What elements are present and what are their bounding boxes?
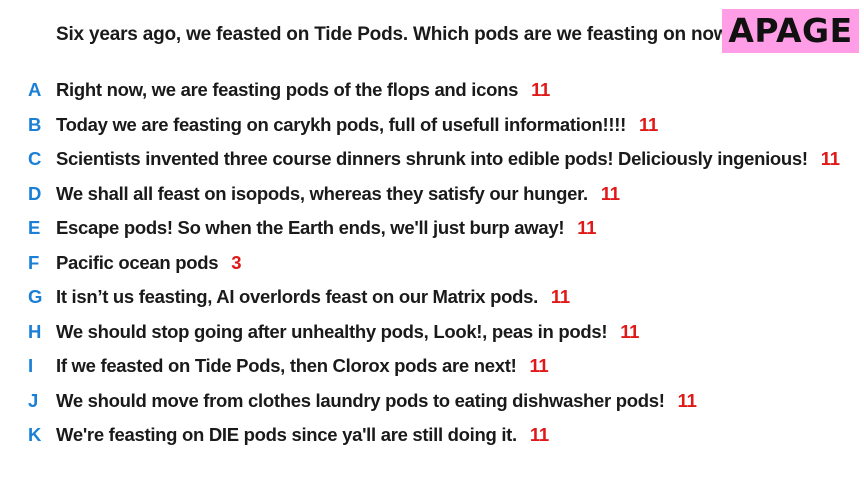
answer-text: We should move from clothes laundry pods… — [56, 389, 665, 411]
answer-score: 11 — [600, 182, 620, 204]
answer-score: 11 — [577, 217, 597, 239]
answer-letter: G — [28, 286, 43, 308]
answer-score: 11 — [529, 355, 549, 377]
answer-row-g[interactable]: G It isn’t us feasting, AI overlords fea… — [0, 280, 864, 315]
answer-score: 11 — [529, 424, 549, 446]
answer-row-h[interactable]: H We should stop going after unhealthy p… — [0, 315, 864, 350]
answer-score: 11 — [620, 320, 640, 342]
answer-text: It isn’t us feasting, AI overlords feast… — [56, 286, 538, 308]
answer-text: Today we are feasting on carykh pods, fu… — [56, 113, 626, 135]
answer-score: 11 — [638, 113, 658, 135]
answer-text: Right now, we are feasting pods of the f… — [56, 79, 519, 101]
answer-score: 11 — [550, 286, 570, 308]
answer-row-f[interactable]: F Pacific ocean pods 3 — [0, 246, 864, 281]
answer-score: 11 — [531, 79, 551, 101]
answer-letter: D — [28, 182, 42, 204]
answer-score: 11 — [820, 148, 840, 170]
answer-text: Escape pods! So when the Earth ends, we'… — [56, 217, 565, 239]
answer-row-c[interactable]: C Scientists invented three course dinne… — [0, 142, 864, 177]
answer-text: We shall all feast on isopods, whereas t… — [56, 182, 588, 204]
answer-list: A Right now, we are feasting pods of the… — [0, 73, 864, 453]
answer-row-e[interactable]: E Escape pods! So when the Earth ends, w… — [0, 211, 864, 246]
answer-letter: K — [28, 424, 42, 446]
answer-row-b[interactable]: B Today we are feasting on carykh pods, … — [0, 108, 864, 143]
answer-row-d[interactable]: D We shall all feast on isopods, whereas… — [0, 177, 864, 212]
answer-row-i[interactable]: I If we feasted on Tide Pods, then Cloro… — [0, 349, 864, 384]
answer-letter: F — [28, 251, 40, 273]
answer-score: 3 — [231, 251, 242, 273]
answer-letter: C — [28, 148, 42, 170]
answer-letter: I — [28, 355, 33, 377]
answer-text: We're feasting on DIE pods since ya'll a… — [56, 424, 517, 446]
answer-text: We should stop going after unhealthy pod… — [56, 320, 608, 342]
answer-row-j[interactable]: J We should move from clothes laundry po… — [0, 384, 864, 419]
answer-text: Scientists invented three course dinners… — [56, 148, 808, 170]
answer-letter: A — [28, 79, 42, 101]
answer-row-a[interactable]: A Right now, we are feasting pods of the… — [0, 73, 864, 108]
answer-letter: E — [28, 217, 41, 239]
answer-score: 11 — [677, 389, 697, 411]
answer-letter: B — [28, 113, 42, 135]
answer-row-k[interactable]: K We're feasting on DIE pods since ya'll… — [0, 418, 864, 453]
apage-badge: APAGE — [722, 9, 859, 53]
answer-letter: J — [28, 389, 38, 411]
answer-letter: H — [28, 320, 42, 342]
question-prompt: Six years ago, we feasted on Tide Pods. … — [56, 24, 740, 45]
answer-text: If we feasted on Tide Pods, then Clorox … — [56, 355, 517, 377]
answer-text: Pacific ocean pods — [56, 251, 219, 273]
